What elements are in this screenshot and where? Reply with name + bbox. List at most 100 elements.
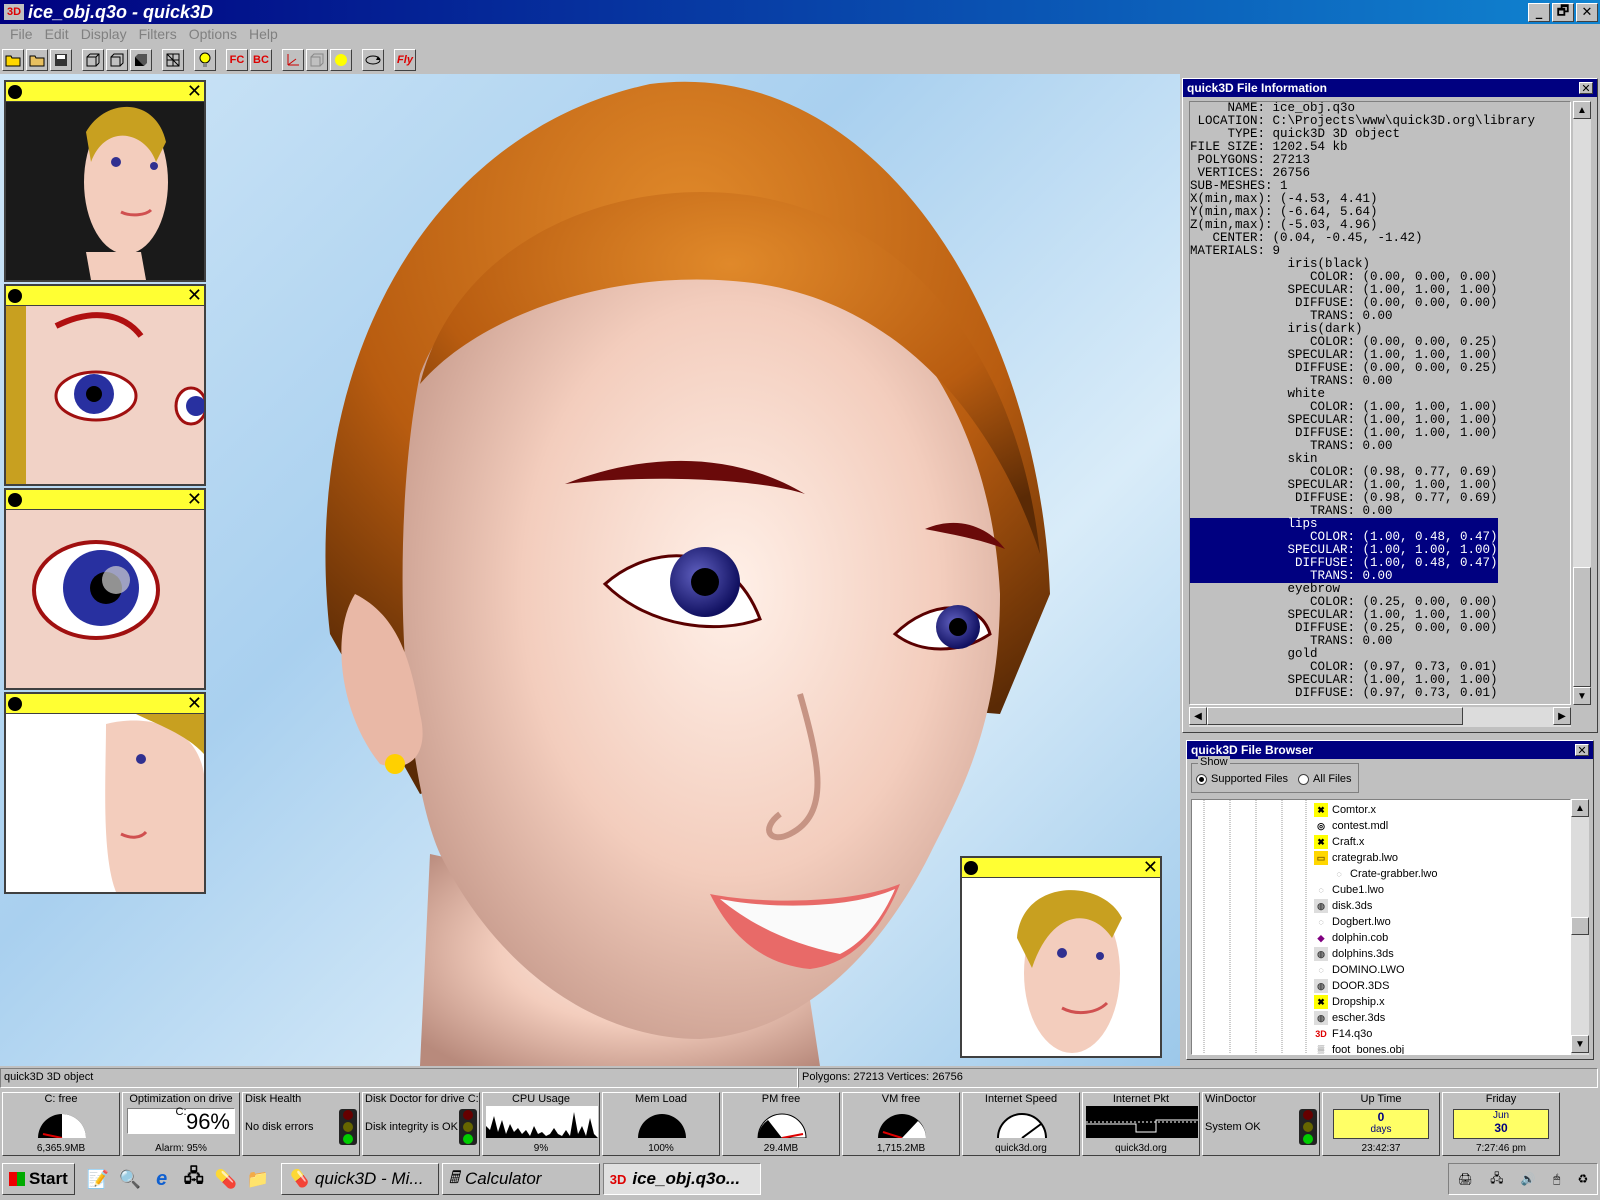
save-icon[interactable] — [50, 49, 72, 71]
tree-item[interactable]: ◌ Crate-grabber.lwo — [1332, 866, 1437, 882]
tray-printer-icon[interactable]: 🖨 — [1458, 1172, 1473, 1186]
rotate-icon[interactable] — [362, 49, 384, 71]
info-vertical-scrollbar[interactable]: ▲ ▼ — [1573, 101, 1591, 705]
scroll-down-icon[interactable]: ▼ — [1571, 1035, 1589, 1053]
gadget-disk-doctor[interactable]: Disk Doctor for drive C: Disk integrity … — [362, 1092, 480, 1156]
tree-item[interactable]: ◌ DOMINO.LWO — [1314, 962, 1437, 978]
fly-button[interactable]: Fly — [394, 49, 416, 71]
gadget-pm-free[interactable]: PM free 29.4MB — [722, 1092, 840, 1156]
internet-explorer-icon[interactable]: e — [148, 1165, 176, 1193]
close-icon[interactable]: ✕ — [1579, 82, 1593, 95]
radio-supported-files[interactable] — [1196, 773, 1207, 785]
tray-recycle-icon[interactable]: ♻ — [1578, 1172, 1589, 1186]
tray-mouse-icon[interactable]: 🖱 — [1553, 1172, 1560, 1187]
gadget-optimization[interactable]: Optimization on drive C: 96% Alarm: 95% — [122, 1092, 240, 1156]
tree-item[interactable]: ◍ disk.3ds — [1314, 898, 1437, 914]
thumbnail-view-1[interactable]: ✕ — [4, 80, 206, 282]
view-dot-icon[interactable] — [8, 492, 22, 507]
tree-item[interactable]: ◍ escher.3ds — [1314, 1010, 1437, 1026]
menu-help[interactable]: Help — [243, 26, 284, 42]
close-icon[interactable]: ✕ — [187, 694, 202, 712]
task-calculator[interactable]: 🖩 Calculator — [441, 1163, 600, 1195]
tray-volume-icon[interactable]: 🔊 — [1521, 1172, 1536, 1186]
thumbnail-view-4[interactable]: ✕ — [4, 692, 206, 894]
menu-filters[interactable]: Filters — [133, 26, 183, 42]
find-icon[interactable]: 🔍 — [116, 1165, 144, 1193]
tray-network-icon[interactable]: 🖧 — [1490, 1169, 1503, 1190]
start-button[interactable]: Start — [2, 1163, 75, 1195]
restore-button[interactable]: 🗗 — [1552, 3, 1574, 22]
file-info-titlebar[interactable]: quick3D File Information ✕ — [1183, 79, 1597, 97]
pills-icon[interactable]: 💊 — [212, 1165, 240, 1193]
info-horizontal-scrollbar[interactable]: ◀ ▶ — [1189, 707, 1571, 727]
hscroll-thumb[interactable] — [1207, 707, 1463, 725]
tree-item[interactable]: ◌ Dogbert.lwo — [1314, 914, 1437, 930]
close-icon[interactable]: ✕ — [187, 82, 202, 100]
menu-options[interactable]: Options — [183, 26, 243, 42]
front-color-button[interactable]: FC — [226, 49, 248, 71]
title-bar[interactable]: 3D ice_obj.q3o - quick3D _ 🗗 ✕ — [0, 0, 1600, 24]
close-icon[interactable]: ✕ — [187, 286, 202, 304]
view-dot-icon[interactable] — [8, 288, 22, 303]
tree-item[interactable]: ✖ Comtor.x — [1314, 802, 1437, 818]
gadget-windoctor[interactable]: WinDoctor System OK — [1202, 1092, 1320, 1156]
tree-item[interactable]: ✖ Craft.x — [1314, 834, 1437, 850]
explorer-folder-icon[interactable]: 📁 — [244, 1165, 272, 1193]
file-tree[interactable]: ✖ Comtor.x ◎ contest.mdl ✖ Craft.x ▭ crategrab.… — [1191, 799, 1571, 1055]
gadget-disk-health[interactable]: Disk Health No disk errors — [242, 1092, 360, 1156]
minimize-button[interactable]: _ — [1528, 3, 1550, 22]
close-icon[interactable]: ✕ — [187, 490, 202, 508]
thumbnail-view-2[interactable]: ✕ — [4, 284, 206, 486]
gadget-date[interactable]: Friday Jun 30 7:27:46 pm — [1442, 1092, 1560, 1156]
tree-item[interactable]: ◎ contest.mdl — [1314, 818, 1437, 834]
light-bulb-icon[interactable] — [194, 49, 216, 71]
tree-item[interactable]: ◍ DOOR.3DS — [1314, 978, 1437, 994]
scroll-down-icon[interactable]: ▼ — [1573, 687, 1591, 705]
close-icon[interactable]: ✕ — [1143, 858, 1158, 876]
back-color-button[interactable]: BC — [250, 49, 272, 71]
thumbnail-view-3[interactable]: ✕ — [4, 488, 206, 690]
notepad-icon[interactable]: 📝 — [84, 1165, 112, 1193]
menu-edit[interactable]: Edit — [39, 26, 75, 42]
mesh-icon[interactable] — [162, 49, 184, 71]
tree-item[interactable]: ▭ crategrab.lwo — [1314, 850, 1437, 866]
tree-item[interactable]: ◌ Cube1.lwo — [1314, 882, 1437, 898]
gadget-mem-load[interactable]: Mem Load 100% — [602, 1092, 720, 1156]
menu-file[interactable]: File — [4, 26, 39, 42]
axes-icon[interactable] — [282, 49, 304, 71]
scroll-right-icon[interactable]: ▶ — [1553, 707, 1571, 725]
tree-item[interactable]: 3D F14.q3o — [1314, 1026, 1437, 1042]
solid-box-icon[interactable] — [130, 49, 152, 71]
gadget-cpu-usage[interactable]: CPU Usage 9% — [482, 1092, 600, 1156]
tree-item[interactable]: ✖ Dropship.x — [1314, 994, 1437, 1010]
gadget-internet-pkt[interactable]: Internet Pkt quick3d.org — [1082, 1092, 1200, 1156]
file-browser-titlebar[interactable]: quick3D File Browser ✕ — [1187, 741, 1593, 759]
sun-icon[interactable] — [330, 49, 352, 71]
tree-item[interactable]: ▒ foot_bones.obj — [1314, 1042, 1437, 1054]
scroll-up-icon[interactable]: ▲ — [1573, 101, 1591, 119]
tree-item[interactable]: ◆ dolphin.cob — [1314, 930, 1437, 946]
view-dot-icon[interactable] — [964, 860, 978, 875]
3d-viewport[interactable]: ✕ ✕ ✕ ✕ ✕ — [0, 74, 1180, 1066]
radio-all-files[interactable] — [1298, 773, 1310, 785]
box-outline-icon[interactable] — [106, 49, 128, 71]
gadget-vm-free[interactable]: VM free 1,715.2MB — [842, 1092, 960, 1156]
close-button[interactable]: ✕ — [1576, 3, 1598, 22]
file-info-text[interactable]: NAME: ice_obj.q3o LOCATION: C:\Projects\… — [1189, 101, 1571, 705]
gadget-up-time[interactable]: Up Time 0 days 23:42:37 — [1322, 1092, 1440, 1156]
tree-item[interactable]: ◍ dolphins.3ds — [1314, 946, 1437, 962]
network-icon[interactable]: 🖧 — [180, 1165, 208, 1193]
scroll-left-icon[interactable]: ◀ — [1189, 707, 1207, 725]
scroll-up-icon[interactable]: ▲ — [1571, 799, 1589, 817]
view-dot-icon[interactable] — [8, 696, 22, 711]
scroll-thumb[interactable] — [1573, 567, 1591, 687]
gadget-internet-speed[interactable]: Internet Speed quick3d.org — [962, 1092, 1080, 1156]
box-grey-icon[interactable] — [306, 49, 328, 71]
scroll-thumb[interactable] — [1571, 917, 1589, 935]
close-icon[interactable]: ✕ — [1575, 744, 1589, 757]
thumbnail-view-5[interactable]: ✕ — [960, 856, 1162, 1058]
open-folder-icon[interactable] — [2, 49, 24, 71]
folder-icon[interactable] — [26, 49, 48, 71]
view-dot-icon[interactable] — [8, 84, 22, 99]
browser-vertical-scrollbar[interactable]: ▲ ▼ — [1571, 799, 1589, 1055]
